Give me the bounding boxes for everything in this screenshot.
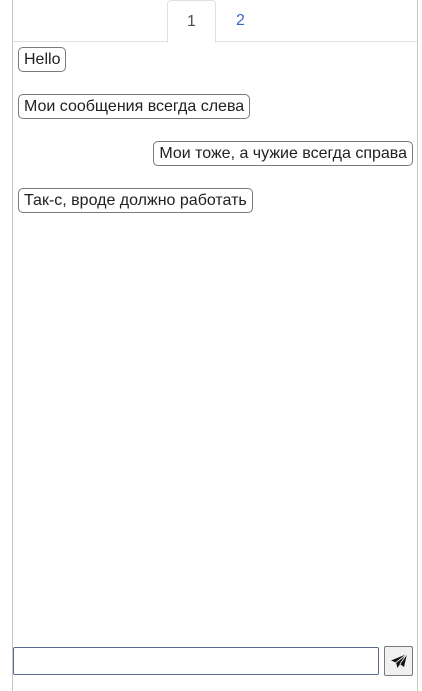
tab-2[interactable]: 2 (216, 0, 265, 42)
message-list: Hello Мои сообщения всегда слева Мои тож… (13, 42, 417, 647)
send-button[interactable] (384, 646, 413, 676)
message-bubble: Так-с, вроде должно работать (18, 188, 253, 213)
message-composer (13, 646, 419, 676)
message-bubble: Hello (18, 47, 67, 72)
tab-1[interactable]: 1 (167, 0, 216, 43)
message-input[interactable] (13, 647, 379, 675)
message-bubble: Мои тоже, а чужие всегда справа (153, 141, 413, 166)
message-bubble: Мои сообщения всегда слева (18, 94, 251, 119)
tab-bar: 1 2 (13, 0, 417, 43)
chat-window: 1 2 Hello Мои сообщения всегда слева Мои… (12, 0, 418, 691)
send-icon (390, 653, 408, 669)
